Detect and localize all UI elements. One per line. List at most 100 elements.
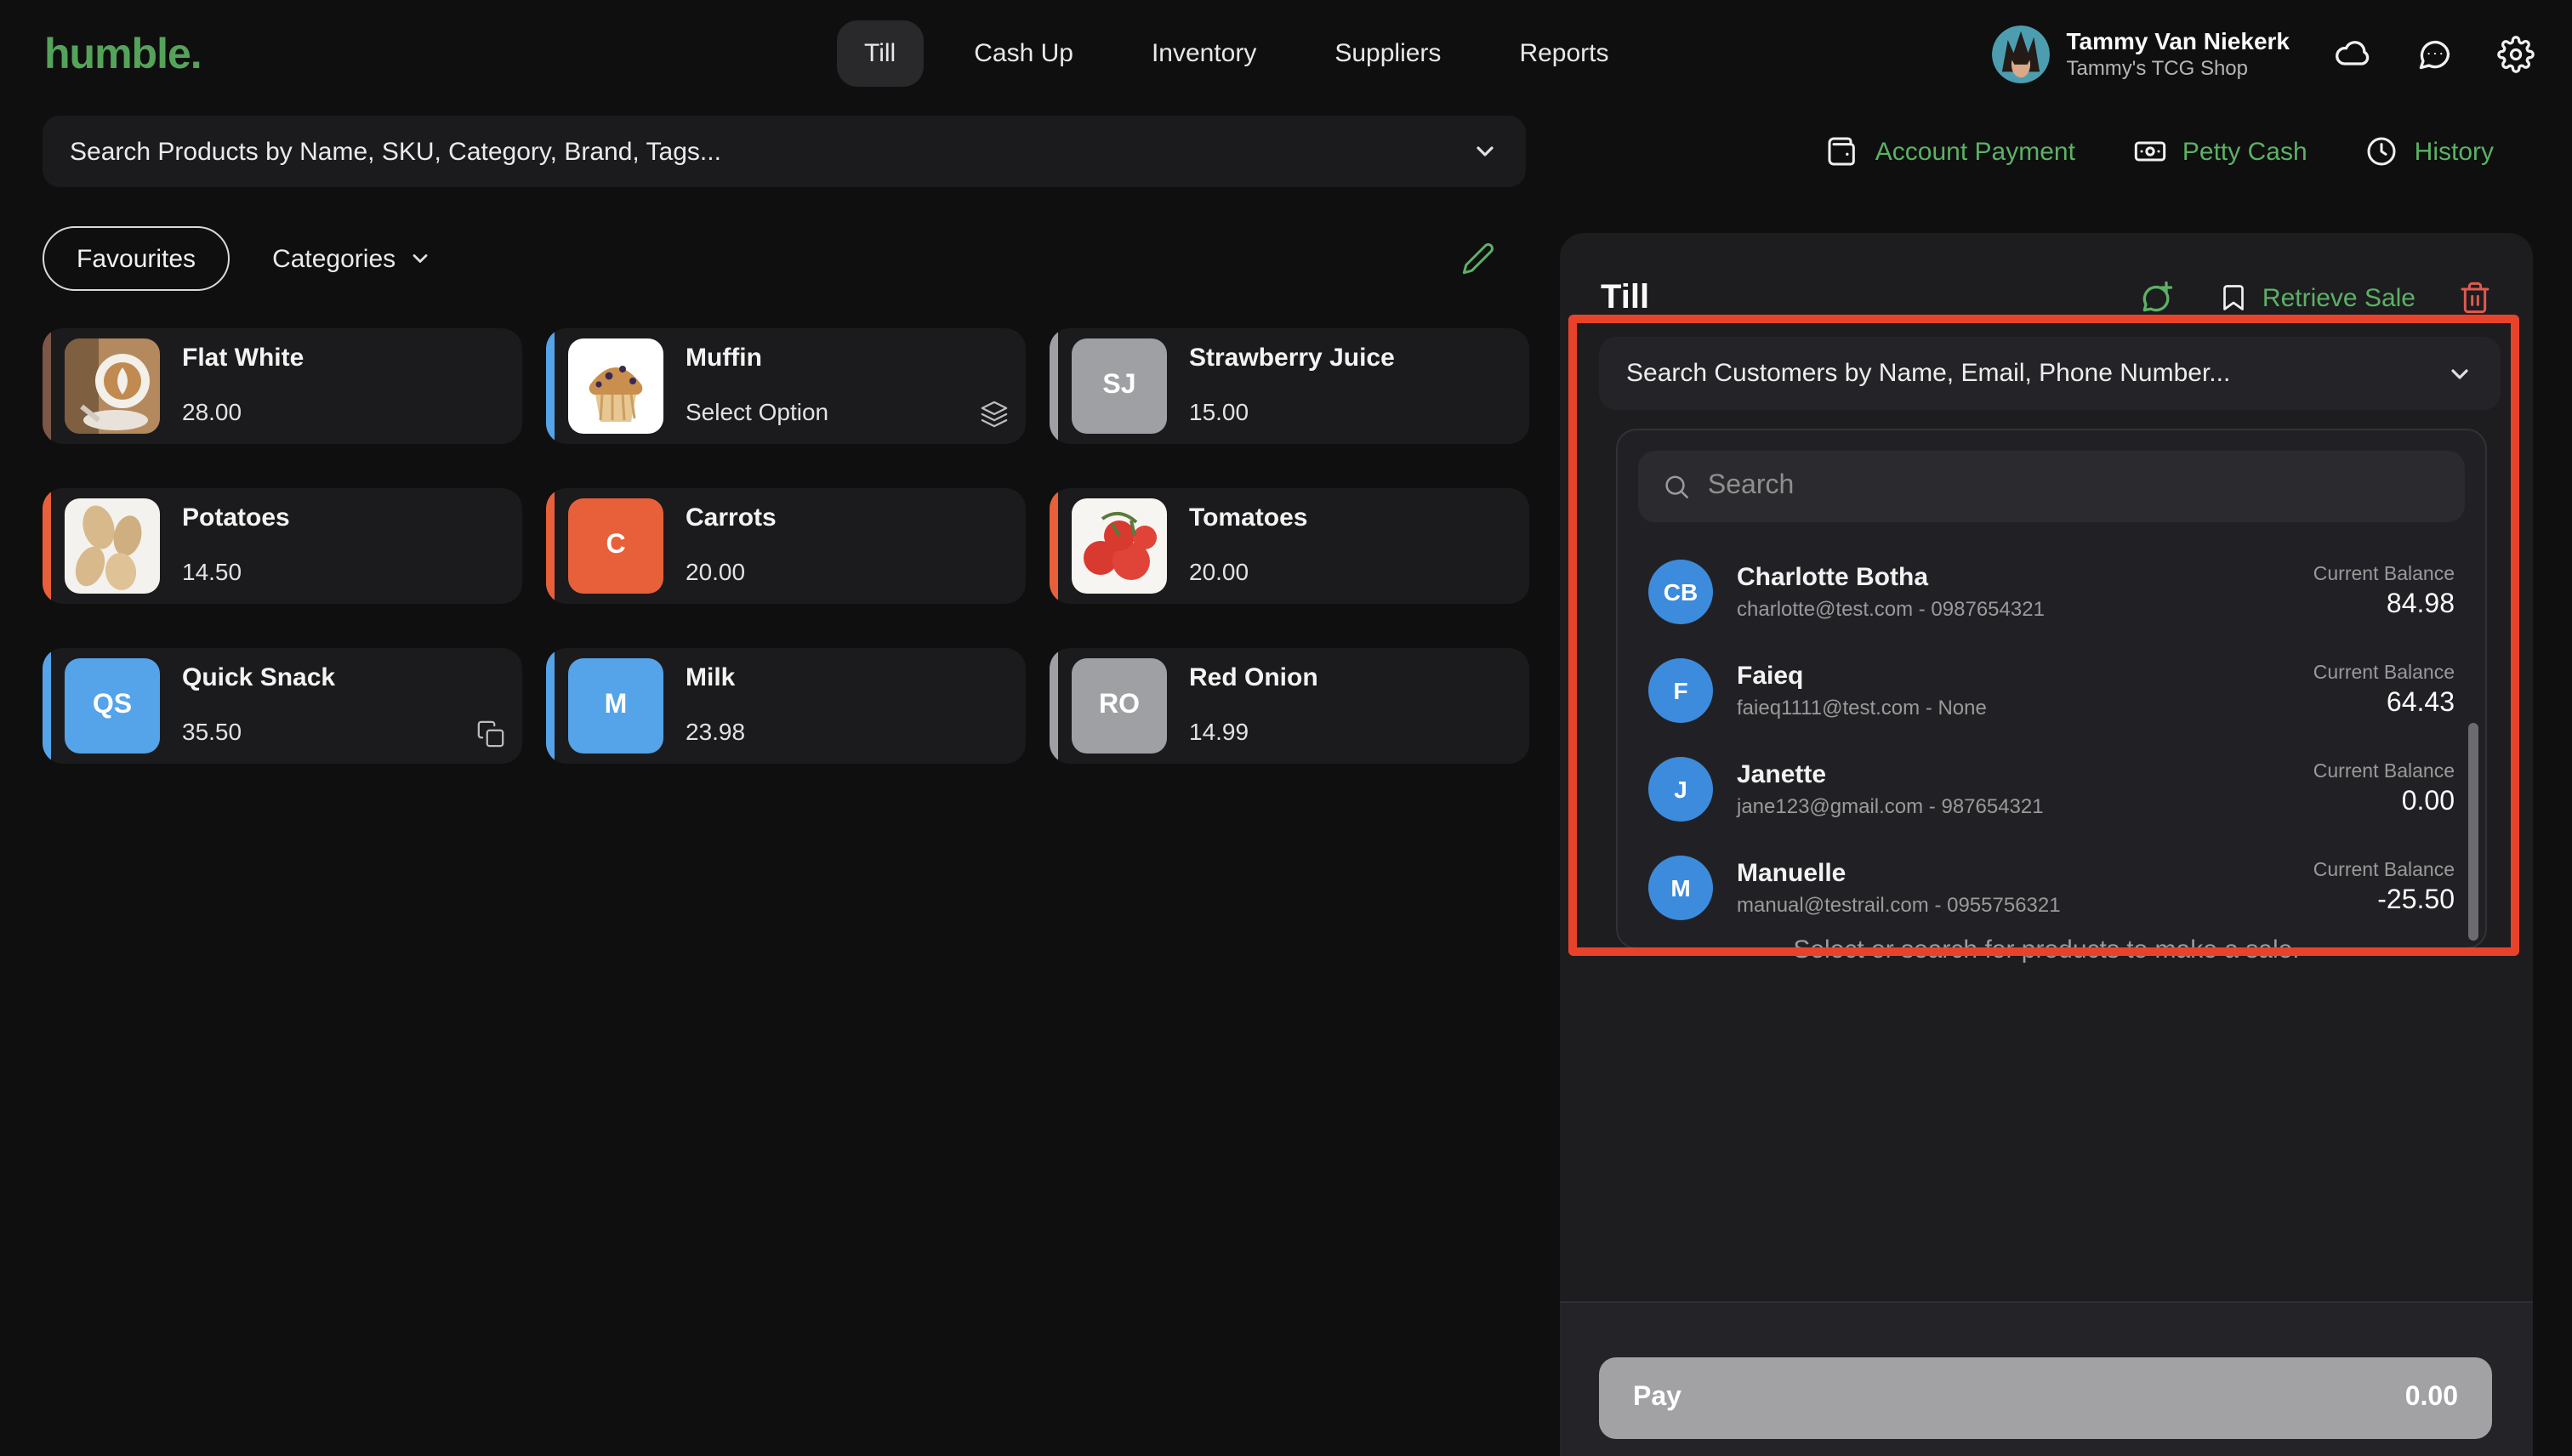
- customer-select-placeholder: Search Customers by Name, Email, Phone N…: [1626, 359, 2446, 388]
- pay-footer: Pay 0.00: [1560, 1301, 2533, 1456]
- avatar: M: [1648, 856, 1713, 920]
- product-search-input[interactable]: Search Products by Name, SKU, Category, …: [43, 116, 1526, 187]
- search-icon: [1662, 471, 1691, 502]
- product-card-muffin[interactable]: Muffin Select Option: [546, 328, 1026, 444]
- balance-value: 84.98: [2313, 589, 2455, 620]
- customer-name: Charlotte Botha: [1737, 563, 2045, 592]
- balance-label: Current Balance: [2313, 564, 2455, 584]
- list-item-charlotte[interactable]: CB Charlotte Botha charlotte@test.com - …: [1618, 543, 2485, 641]
- flat-white-image: [65, 338, 160, 434]
- list-item-janette[interactable]: J Janette jane123@gmail.com - 987654321 …: [1618, 740, 2485, 839]
- categories-dropdown[interactable]: Categories: [272, 244, 431, 273]
- initials-tile: C: [568, 498, 663, 594]
- main-nav: Till Cash Up Inventory Suppliers Reports: [837, 20, 1636, 87]
- add-note-icon[interactable]: [2138, 279, 2176, 316]
- balance-value: -25.50: [2313, 885, 2455, 916]
- accent-strip: [43, 328, 51, 444]
- product-name: Strawberry Juice: [1189, 344, 1395, 373]
- banknote-icon: [2133, 134, 2167, 168]
- accent-strip: [43, 648, 51, 764]
- pay-label: Pay: [1633, 1383, 1681, 1413]
- customer-detail: manual@testrail.com - 0955756321: [1737, 893, 2061, 917]
- customer-detail: faieq1111@test.com - None: [1737, 696, 1987, 719]
- retrieve-sale-button[interactable]: Retrieve Sale: [2218, 282, 2416, 313]
- list-item-manuelle[interactable]: M Manuelle manual@testrail.com - 0955756…: [1618, 839, 2485, 937]
- accent-strip: [43, 488, 51, 604]
- quick-actions: Account Payment Petty Cash History: [1826, 116, 2494, 187]
- clock-icon: [2365, 134, 2399, 168]
- petty-cash-label: Petty Cash: [2182, 137, 2307, 166]
- bookmark-icon: [2218, 282, 2249, 313]
- customer-detail: charlotte@test.com - 0987654321: [1737, 597, 2045, 621]
- history-label: History: [2415, 137, 2494, 166]
- retrieve-sale-label: Retrieve Sale: [2262, 283, 2416, 312]
- product-card-strawberry-juice[interactable]: SJ Strawberry Juice 15.00: [1050, 328, 1529, 444]
- product-name: Muffin: [686, 344, 828, 373]
- customer-select[interactable]: Search Customers by Name, Email, Phone N…: [1599, 337, 2501, 410]
- product-card-quick-snack[interactable]: QS Quick Snack 35.50: [43, 648, 522, 764]
- product-price: 35.50: [182, 718, 335, 745]
- trash-icon[interactable]: [2458, 281, 2492, 315]
- avatar: J: [1648, 757, 1713, 822]
- empty-till-message: Select or search for products to make a …: [1560, 936, 2533, 964]
- pos-app: humble. Till Cash Up Inventory Suppliers…: [0, 0, 2572, 1456]
- app-header: humble. Till Cash Up Inventory Suppliers…: [0, 0, 2572, 109]
- product-card-tomatoes[interactable]: Tomatoes 20.00: [1050, 488, 1529, 604]
- user-menu[interactable]: Tammy Van Niekerk Tammy's TCG Shop: [1991, 26, 2290, 83]
- layers-icon: [980, 400, 1009, 429]
- tile-initials: QS: [93, 691, 132, 721]
- cloud-icon[interactable]: [2334, 36, 2371, 73]
- chevron-down-icon: [1471, 138, 1499, 165]
- categories-label: Categories: [272, 244, 395, 273]
- balance-label: Current Balance: [2313, 761, 2455, 782]
- petty-cash-button[interactable]: Petty Cash: [2133, 134, 2307, 168]
- customer-name: Janette: [1737, 760, 2044, 789]
- account-payment-label: Account Payment: [1875, 137, 2075, 166]
- gear-icon[interactable]: [2497, 36, 2535, 73]
- tile-initials: M: [605, 691, 628, 721]
- tab-cash-up[interactable]: Cash Up: [947, 20, 1101, 87]
- potatoes-image: [65, 498, 160, 594]
- product-card-potatoes[interactable]: Potatoes 14.50: [43, 488, 522, 604]
- history-button[interactable]: History: [2365, 134, 2494, 168]
- tile-initials: SJ: [1102, 371, 1135, 401]
- accent-strip: [1050, 488, 1058, 604]
- accent-strip: [546, 648, 555, 764]
- till-title: Till: [1601, 278, 1649, 317]
- customer-dropdown: CB Charlotte Botha charlotte@test.com - …: [1616, 429, 2487, 949]
- product-select-option: Select Option: [686, 398, 828, 425]
- edit-favourites-button[interactable]: [1461, 242, 1495, 276]
- pay-button[interactable]: Pay 0.00: [1599, 1357, 2492, 1439]
- header-right: Tammy Van Niekerk Tammy's TCG Shop: [1991, 0, 2535, 109]
- product-card-red-onion[interactable]: RO Red Onion 14.99: [1050, 648, 1529, 764]
- account-payment-button[interactable]: Account Payment: [1826, 134, 2075, 168]
- product-name: Red Onion: [1189, 663, 1318, 692]
- scrollbar-thumb[interactable]: [2468, 723, 2478, 941]
- tab-suppliers[interactable]: Suppliers: [1307, 20, 1468, 87]
- customer-search-input[interactable]: [1708, 471, 2441, 502]
- customer-search-field[interactable]: [1638, 451, 2465, 522]
- chat-icon[interactable]: [2416, 36, 2453, 73]
- user-name: Tammy Van Niekerk: [2066, 27, 2290, 57]
- tomatoes-image: [1072, 498, 1167, 594]
- tab-inventory[interactable]: Inventory: [1124, 20, 1283, 87]
- balance-value: 0.00: [2313, 787, 2455, 817]
- product-card-milk[interactable]: M Milk 23.98: [546, 648, 1026, 764]
- chevron-down-icon: [2446, 360, 2473, 387]
- product-price: 20.00: [686, 558, 777, 585]
- list-item-faieq[interactable]: F Faieq faieq1111@test.com - None Curren…: [1618, 641, 2485, 740]
- tab-till[interactable]: Till: [837, 20, 923, 87]
- product-name: Flat White: [182, 344, 304, 373]
- product-card-carrots[interactable]: C Carrots 20.00: [546, 488, 1026, 604]
- favourites-button[interactable]: Favourites: [43, 226, 230, 291]
- copy-icon: [476, 719, 505, 748]
- humble-logo: humble.: [44, 31, 202, 80]
- accent-strip: [1050, 328, 1058, 444]
- till-panel: Till Retrieve Sale Search Customers by N…: [1560, 233, 2533, 1456]
- filter-row: Favourites Categories: [43, 226, 1526, 291]
- product-card-flat-white[interactable]: Flat White 28.00: [43, 328, 522, 444]
- tile-initials: C: [606, 531, 625, 561]
- product-grid: Flat White 28.00 Muffin Select Option: [43, 328, 1529, 764]
- tab-reports[interactable]: Reports: [1492, 20, 1636, 87]
- pay-amount: 0.00: [2405, 1383, 2458, 1413]
